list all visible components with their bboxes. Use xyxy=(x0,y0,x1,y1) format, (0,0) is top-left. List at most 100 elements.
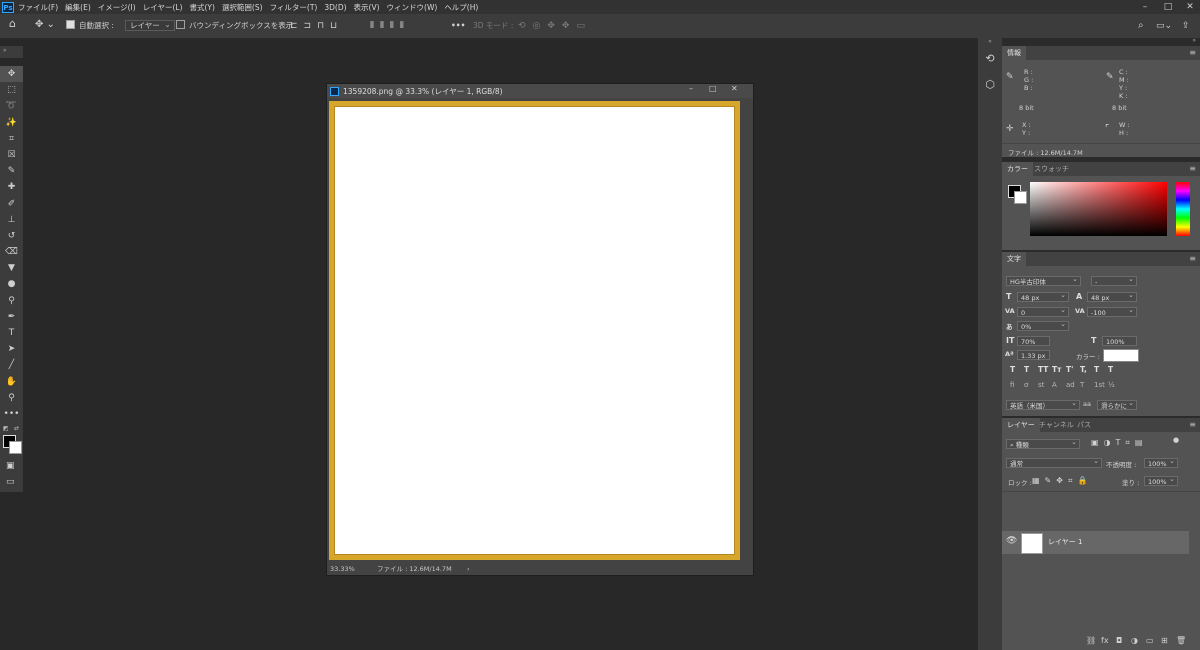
color-field[interactable] xyxy=(1030,182,1167,236)
move-tool-preset-icon[interactable]: ✥ ⌄ xyxy=(35,18,55,32)
auto-select-checkbox[interactable]: 自動選択 : xyxy=(66,19,114,33)
maximize-app-button[interactable]: □ xyxy=(1158,0,1178,14)
doc-maximize-button[interactable]: □ xyxy=(709,84,717,93)
layer-row[interactable]: 👁 レイヤー 1 xyxy=(1002,531,1189,554)
type-style-button[interactable]: Tт xyxy=(1052,365,1061,374)
type-style-button[interactable]: T xyxy=(1094,365,1099,374)
opentype-button[interactable]: st xyxy=(1038,381,1044,389)
paint-bucket-tool[interactable]: ▼ xyxy=(0,260,23,276)
3d-mode-icons[interactable]: ⟲◎✥✥▭ xyxy=(518,19,592,33)
menu-help[interactable]: ヘルプ(H) xyxy=(444,2,478,13)
workspace-icon[interactable]: ▭⌄ xyxy=(1156,19,1172,33)
quick-mask-icon[interactable]: ▣ xyxy=(6,461,15,471)
lasso-tool[interactable]: ➰ xyxy=(0,98,23,114)
font-family-dropdown[interactable]: HG半古印体 xyxy=(1006,274,1081,286)
menu-select[interactable]: 選択範囲(S) xyxy=(222,2,263,13)
language-dropdown[interactable]: 英語（米国） xyxy=(1006,398,1080,410)
leading-field[interactable]: 48 px xyxy=(1087,290,1137,302)
collapse-toolbar-icon[interactable]: » xyxy=(3,47,7,54)
eye-icon[interactable]: 👁 xyxy=(1006,536,1017,546)
minimize-app-button[interactable]: – xyxy=(1135,0,1155,14)
filter-toggle-icon[interactable]: ● xyxy=(1173,436,1179,444)
type-style-button[interactable]: T xyxy=(1108,365,1113,374)
screen-mode-icon[interactable]: ▭ xyxy=(6,477,15,487)
history-brush-tool[interactable]: ↺ xyxy=(0,228,23,244)
magic-wand-tool[interactable]: ✨ xyxy=(0,115,23,131)
layer-name[interactable]: レイヤー 1 xyxy=(1048,537,1082,547)
panel-menu-icon[interactable]: ≡ xyxy=(1189,49,1196,57)
color-swatches[interactable]: ◩ ⇄ xyxy=(2,425,22,455)
panel-menu-icon[interactable]: ≡ xyxy=(1189,165,1196,173)
menu-type[interactable]: 書式(Y) xyxy=(190,2,215,13)
type-style-button[interactable]: T xyxy=(1024,365,1029,374)
dodge-tool[interactable]: ⚲ xyxy=(0,293,23,309)
layer-filter-icons[interactable]: ▣◑T⌗▤ xyxy=(1091,438,1148,448)
antialias-dropdown[interactable]: 滑らかに xyxy=(1097,398,1137,410)
adjustment-layer-icon[interactable]: ◑ xyxy=(1131,636,1138,645)
opacity-field[interactable]: 100% xyxy=(1144,456,1178,468)
menu-view[interactable]: 表示(V) xyxy=(354,2,380,13)
menu-window[interactable]: ウィンドウ(W) xyxy=(387,2,438,13)
line-tool[interactable]: ╱ xyxy=(0,357,23,373)
menu-layer[interactable]: レイヤー(L) xyxy=(143,2,183,13)
3d-panel-icon[interactable]: ⬡ xyxy=(978,72,1002,98)
fill-field[interactable]: 100% xyxy=(1144,474,1178,486)
menu-filter[interactable]: フィルター(T) xyxy=(270,2,318,13)
opentype-button[interactable]: ½ xyxy=(1108,381,1115,389)
hand-tool[interactable]: ✋ xyxy=(0,374,23,390)
menu-file[interactable]: ファイル(F) xyxy=(18,2,58,13)
document-tab[interactable]: 1359208.png @ 33.3% (レイヤー 1, RGB/8) – □ … xyxy=(327,84,753,98)
eyedropper-tool[interactable]: ✎ xyxy=(0,163,23,179)
crop-tool[interactable]: ⌗ xyxy=(0,131,23,147)
pen-tool[interactable]: ✒ xyxy=(0,309,23,325)
add-mask-icon[interactable]: ◘ xyxy=(1116,636,1122,645)
history-panel-icon[interactable]: ⟲ xyxy=(978,46,1002,72)
auto-select-target-dropdown[interactable]: レイヤー xyxy=(125,20,175,31)
frame-tool[interactable]: ☒ xyxy=(0,147,23,163)
blur-tool[interactable]: ● xyxy=(0,276,23,292)
hue-slider[interactable] xyxy=(1176,182,1190,236)
close-app-button[interactable]: ✕ xyxy=(1180,0,1200,14)
kerning-field[interactable]: 0 xyxy=(1017,305,1069,317)
healing-brush-tool[interactable]: ✚ xyxy=(0,179,23,195)
opentype-button[interactable]: fi xyxy=(1010,381,1014,389)
brush-tool[interactable]: ✐ xyxy=(0,196,23,212)
lock-icons[interactable]: ▦✎✥⌗🔒 xyxy=(1032,476,1092,486)
opentype-button[interactable]: ad xyxy=(1066,381,1075,389)
doc-minimize-button[interactable]: – xyxy=(689,84,693,93)
fx-icon[interactable]: fx xyxy=(1101,636,1109,645)
swap-colors-icon[interactable]: ⇄ xyxy=(14,425,19,432)
zoom-level[interactable]: 33.33% xyxy=(330,564,355,575)
distribute-buttons-group[interactable]: ⦀⦀⦀⦀ xyxy=(370,19,410,33)
search-icon[interactable]: ⌕ xyxy=(1138,19,1144,33)
font-style-dropdown[interactable]: - xyxy=(1091,274,1137,286)
opentype-button[interactable]: T xyxy=(1080,381,1084,389)
trash-icon[interactable]: 🗑 xyxy=(1176,636,1186,645)
path-selection-tool[interactable]: ➤ xyxy=(0,341,23,357)
edit-toolbar[interactable]: ••• xyxy=(0,406,23,422)
share-icon[interactable]: ⇪ xyxy=(1182,19,1190,33)
eraser-tool[interactable]: ⌫ xyxy=(0,244,23,260)
type-style-button[interactable]: T xyxy=(1010,365,1015,374)
home-icon[interactable]: ⌂ xyxy=(9,17,16,31)
text-color-swatch[interactable] xyxy=(1103,349,1139,362)
default-colors-icon[interactable]: ◩ xyxy=(3,425,9,432)
tab-info[interactable]: 情報 xyxy=(1002,46,1026,60)
image-canvas[interactable] xyxy=(329,101,740,560)
baseline-shift-field[interactable]: 1.33 px xyxy=(1017,350,1050,360)
menu-image[interactable]: イメージ(I) xyxy=(98,2,136,13)
opentype-button[interactable]: ơ xyxy=(1024,381,1028,389)
menu-edit[interactable]: 編集(E) xyxy=(65,2,91,13)
link-layers-icon[interactable]: ⛓ xyxy=(1086,636,1096,645)
tab-character[interactable]: 文字 xyxy=(1002,252,1026,266)
marquee-tool[interactable]: ⬚ xyxy=(0,82,23,98)
status-menu-arrow[interactable]: › xyxy=(467,564,470,575)
new-group-icon[interactable]: ▭ xyxy=(1146,636,1154,645)
collapse-right-panels-icon[interactable]: » xyxy=(1192,37,1196,44)
more-options-button[interactable]: ••• xyxy=(451,19,465,33)
new-layer-icon[interactable]: ⊞ xyxy=(1161,636,1168,645)
layer-filter-dropdown[interactable]: ⌕ 種類 xyxy=(1006,437,1080,449)
collapse-panels-icon[interactable]: « xyxy=(978,38,1002,46)
type-style-button[interactable]: TT xyxy=(1038,365,1048,374)
tsume-field[interactable]: 0% xyxy=(1017,319,1069,331)
